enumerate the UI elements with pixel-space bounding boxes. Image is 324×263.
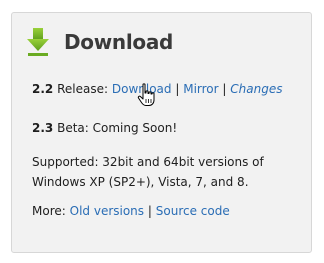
separator: |	[147, 204, 152, 218]
old-versions-link[interactable]: Old versions	[70, 204, 144, 218]
separator: |	[222, 82, 227, 96]
more-line: More: Old versions | Source code	[32, 203, 230, 219]
changes-link[interactable]: Changes	[230, 82, 282, 96]
beta-line: 2.3 Beta: Coming Soon!	[32, 120, 177, 136]
separator: |	[175, 82, 180, 96]
mirror-link[interactable]: Mirror	[183, 82, 218, 96]
download-link[interactable]: Download	[112, 82, 172, 96]
beta-version: 2.3	[32, 121, 54, 135]
more-label: More:	[32, 204, 66, 218]
panel-title: Download	[64, 30, 174, 54]
supported-text: Supported: 32bit and 64bit versions of W…	[32, 155, 264, 189]
download-panel: Download 2.2 Release: Download | Mirror …	[11, 12, 312, 253]
source-code-link[interactable]: Source code	[156, 204, 230, 218]
panel-header: Download	[26, 27, 173, 57]
download-arrow-icon	[27, 28, 49, 56]
release-version: 2.2	[32, 82, 54, 96]
beta-text: Beta: Coming Soon!	[57, 121, 178, 135]
release-label: Release:	[57, 82, 109, 96]
release-line: 2.2 Release: Download | Mirror | Changes	[32, 81, 282, 97]
